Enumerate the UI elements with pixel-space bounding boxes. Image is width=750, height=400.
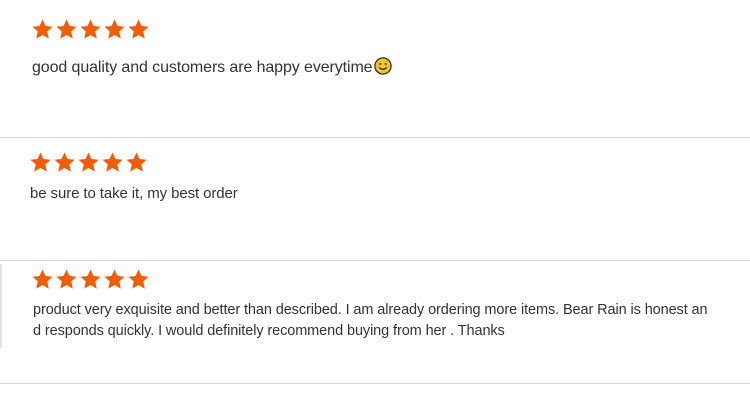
divider (0, 383, 750, 384)
star-icon (77, 151, 100, 174)
review-item: good quality and customers are happy eve… (0, 18, 750, 76)
star-icon (125, 151, 148, 174)
star-icon (31, 18, 54, 41)
review-item: be sure to take it, my best order (0, 151, 750, 202)
star-icon (127, 268, 150, 291)
star-icon (79, 268, 102, 291)
star-icon (101, 151, 124, 174)
review-text: product very exquisite and better than d… (33, 300, 745, 342)
star-rating (0, 18, 750, 41)
review-text-body: good quality and customers are happy eve… (32, 59, 373, 76)
star-rating (0, 268, 750, 291)
divider (0, 260, 750, 261)
star-icon (127, 18, 150, 41)
star-icon (29, 151, 52, 174)
star-icon (31, 268, 54, 291)
review-text: good quality and customers are happy eve… (32, 57, 393, 77)
star-icon (79, 18, 102, 41)
review-text-line: d responds quickly. I would definitely r… (33, 323, 505, 339)
review-text-line: product very exquisite and better than d… (33, 302, 708, 318)
star-icon (55, 268, 78, 291)
star-icon (53, 151, 76, 174)
review-item: product very exquisite and better than d… (0, 268, 750, 339)
star-icon (103, 18, 126, 41)
reviews-page: good quality and customers are happy eve… (0, 0, 750, 400)
divider (0, 137, 750, 138)
star-icon (55, 18, 78, 41)
star-rating (0, 151, 750, 174)
smiling-face-emoji-icon (374, 57, 393, 75)
star-icon (103, 268, 126, 291)
review-text: be sure to take it, my best order (30, 185, 238, 202)
